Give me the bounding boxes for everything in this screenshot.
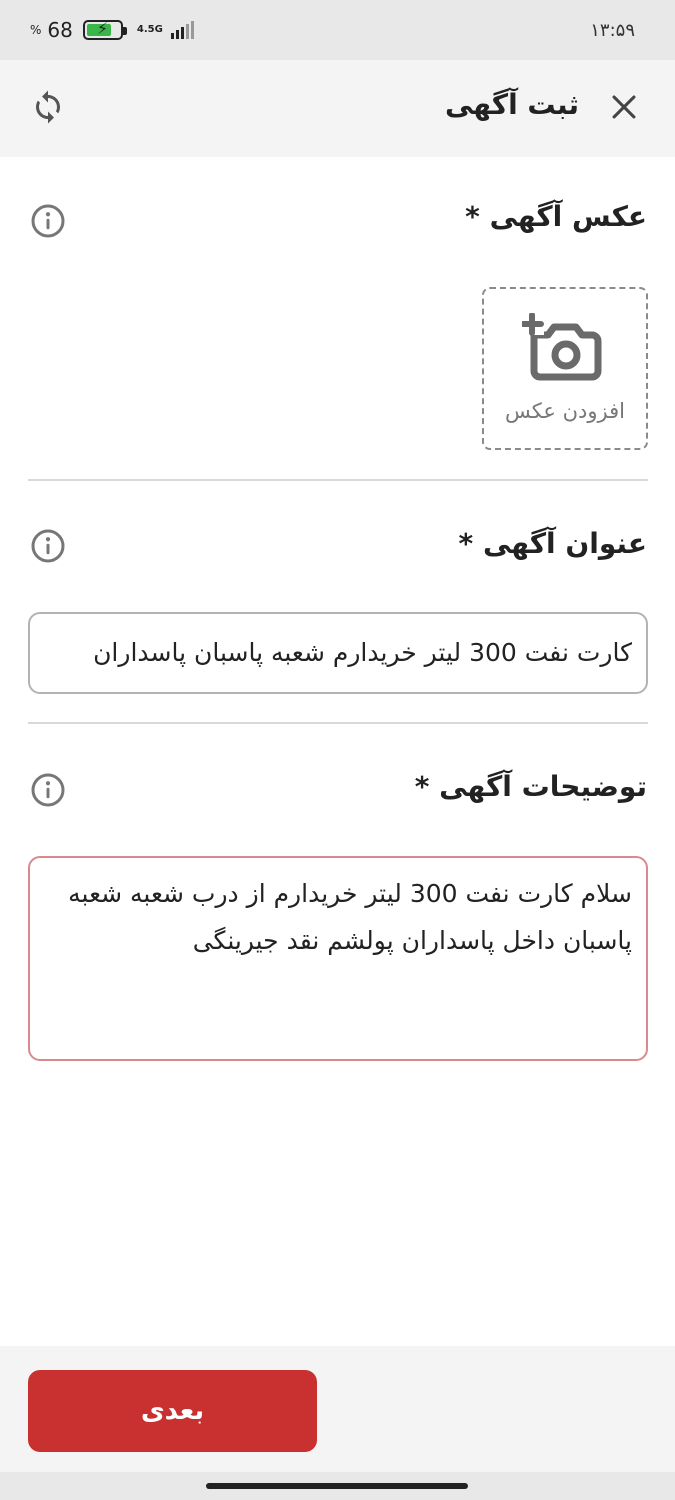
- status-bar: % 68 ⚡ 4.5G ۱۳:۵۹: [0, 0, 675, 60]
- status-indicators: % 68 ⚡ 4.5G: [30, 18, 194, 42]
- divider: [28, 479, 648, 481]
- title-info-icon[interactable]: [30, 528, 66, 564]
- signal-icon: [170, 21, 194, 39]
- add-photo-label: افزودن عکس: [505, 399, 625, 423]
- divider: [28, 722, 648, 724]
- battery-level: 68: [47, 18, 73, 42]
- page-title: ثبت آگهی: [444, 88, 579, 121]
- footer-bar: بعدی: [0, 1346, 675, 1472]
- battery-icon: ⚡: [82, 19, 127, 40]
- ad-description-textarea[interactable]: سلام کارت نفت 300 لیتر خریدارم از درب شع…: [28, 856, 648, 1061]
- battery-percent-sign: %: [30, 23, 42, 37]
- ad-title-input[interactable]: کارت نفت 300 لیتر خریدارم شعبه پاسبان پا…: [28, 612, 648, 694]
- add-photo-button[interactable]: افزودن عکس: [482, 287, 648, 450]
- title-section-title: عنوان آگهی *: [458, 527, 647, 560]
- photo-section-title: عکس آگهی *: [465, 200, 647, 233]
- close-icon: [612, 95, 636, 119]
- description-section-title: توضیحات آگهی *: [414, 770, 647, 803]
- status-time: ۱۳:۵۹: [590, 20, 635, 41]
- add-photo-icon: [522, 313, 602, 381]
- system-nav-bar: [0, 1472, 675, 1500]
- refresh-icon: [36, 90, 60, 124]
- app-header: ثبت آگهی: [0, 60, 675, 157]
- next-button[interactable]: بعدی: [28, 1370, 317, 1452]
- photo-info-icon[interactable]: [30, 203, 66, 239]
- description-info-icon[interactable]: [30, 772, 66, 808]
- close-button[interactable]: [607, 90, 641, 124]
- refresh-button[interactable]: [30, 89, 66, 125]
- home-indicator[interactable]: [206, 1483, 468, 1489]
- network-type: 4.5G: [136, 24, 163, 35]
